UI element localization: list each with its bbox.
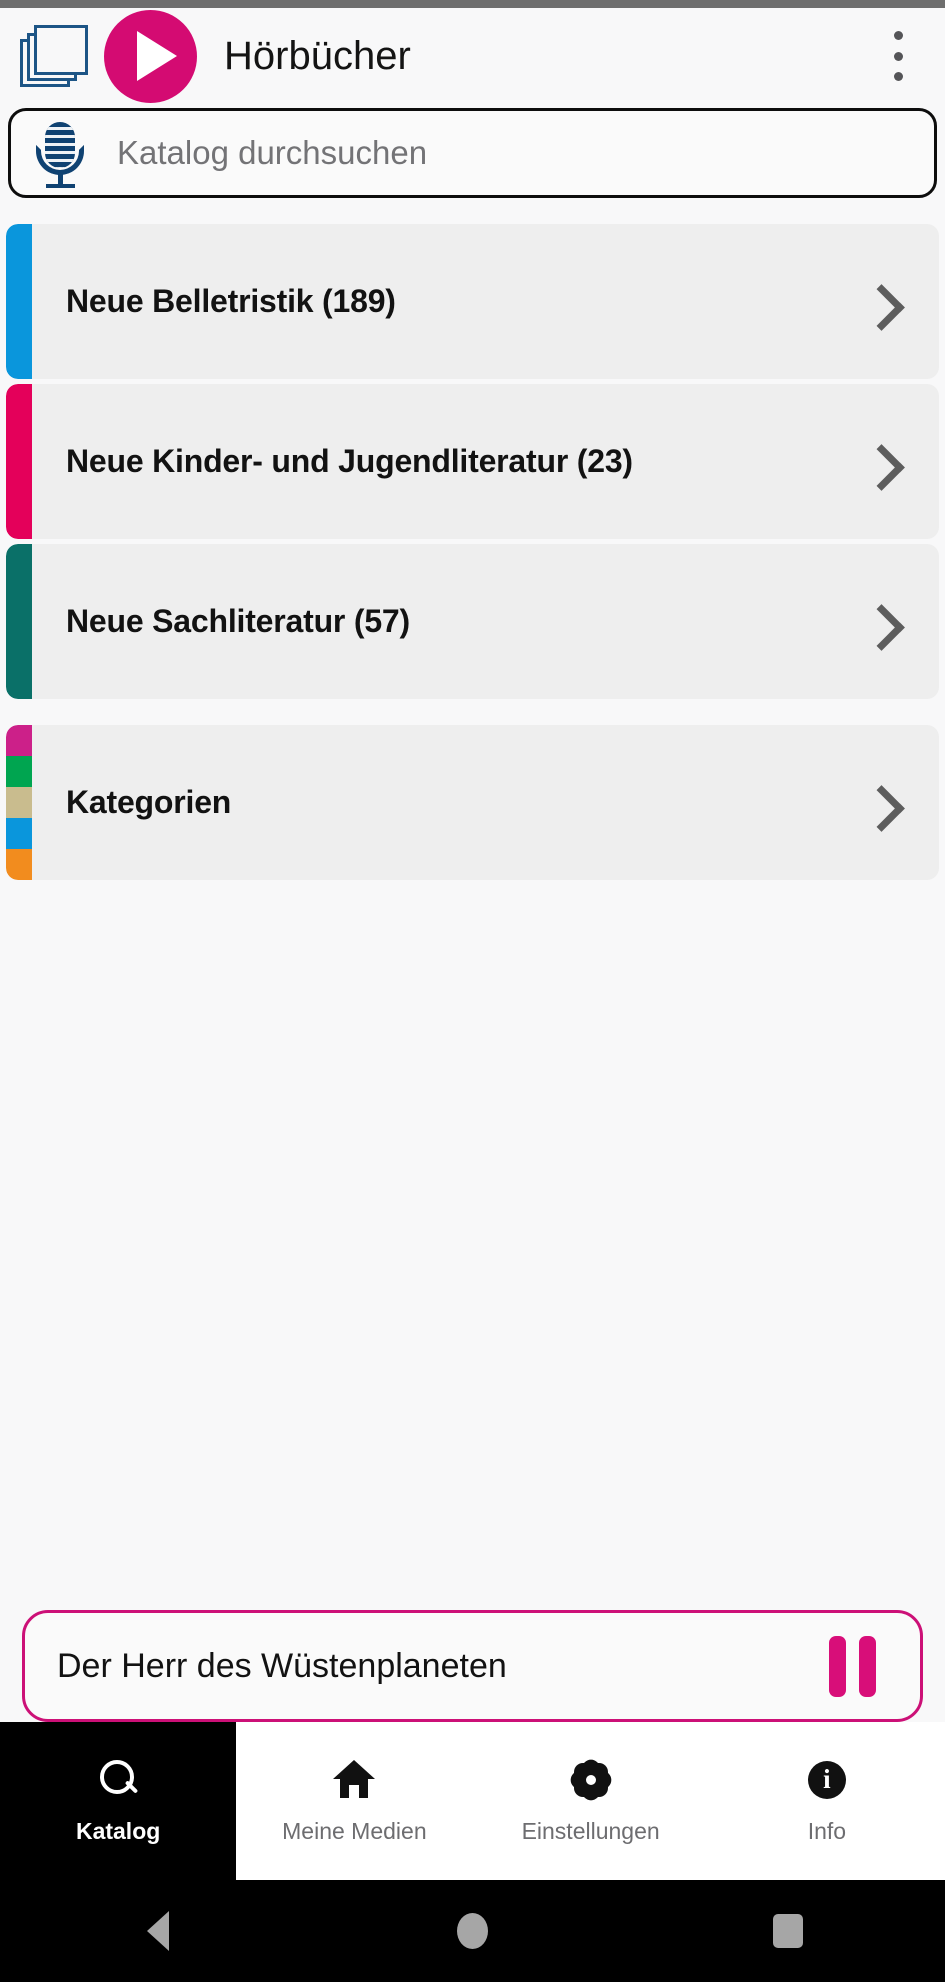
- page-title: Hörbücher: [224, 33, 411, 78]
- search-input[interactable]: Katalog durchsuchen: [117, 134, 427, 172]
- accent-bar: [6, 544, 32, 699]
- chevron-right-icon[interactable]: [863, 287, 893, 317]
- app-header: Hörbücher: [0, 8, 945, 104]
- tab-meine-medien[interactable]: Meine Medien: [236, 1722, 473, 1880]
- tab-label: Info: [807, 1817, 847, 1844]
- list-item-kategorien[interactable]: Kategorien: [6, 725, 939, 880]
- home-icon: [332, 1758, 376, 1802]
- chevron-right-icon[interactable]: [863, 607, 893, 637]
- accent-bar: [6, 384, 32, 539]
- mini-player[interactable]: Der Herr des Wüstenplaneten: [22, 1610, 923, 1722]
- recents-square-icon: [772, 1914, 803, 1948]
- list-item-label: Neue Kinder- und Jugendliteratur (23): [66, 443, 633, 479]
- home-circle-icon: [457, 1913, 488, 1949]
- stacked-books-icon: [20, 23, 94, 89]
- tab-katalog[interactable]: Katalog: [0, 1722, 237, 1880]
- status-bar: [0, 0, 945, 8]
- now-playing-title: Der Herr des Wüstenplaneten: [57, 1646, 507, 1685]
- back-triangle-icon: [146, 1911, 169, 1951]
- android-home-button[interactable]: [315, 1913, 630, 1949]
- play-triangle-icon: [137, 31, 177, 81]
- list-item-label: Neue Sachliteratur (57): [66, 603, 410, 639]
- android-recents-button[interactable]: [630, 1914, 945, 1948]
- accent-bar: [6, 224, 32, 379]
- search-container: Katalog durchsuchen: [0, 104, 945, 198]
- tab-einstellungen[interactable]: Einstellungen: [472, 1722, 709, 1880]
- microphone-icon[interactable]: [29, 118, 91, 188]
- list-item-label: Kategorien: [66, 784, 232, 820]
- pause-icon[interactable]: [829, 1635, 876, 1697]
- overflow-menu-icon[interactable]: [875, 25, 921, 87]
- mini-player-container: Der Herr des Wüstenplaneten: [0, 1610, 945, 1722]
- search-icon: [96, 1758, 140, 1802]
- tab-label: Katalog: [75, 1817, 161, 1844]
- search-bar[interactable]: Katalog durchsuchen: [8, 108, 937, 198]
- catalog-list: Neue Belletristik (189) Neue Kinder- und…: [0, 198, 945, 885]
- tab-label: Einstellungen: [521, 1817, 660, 1844]
- list-item-neue-kinder-jugendliteratur[interactable]: Neue Kinder- und Jugendliteratur (23): [6, 384, 939, 539]
- info-icon: i: [805, 1758, 849, 1802]
- android-back-button[interactable]: [0, 1911, 315, 1951]
- accent-bar-multicolor: [6, 725, 32, 880]
- tab-label: Meine Medien: [282, 1817, 427, 1844]
- tab-info[interactable]: i Info: [708, 1722, 945, 1880]
- chevron-right-icon[interactable]: [863, 447, 893, 477]
- list-item-neue-sachliteratur[interactable]: Neue Sachliteratur (57): [6, 544, 939, 699]
- play-circle-icon[interactable]: [104, 9, 197, 103]
- gear-icon: [566, 1755, 615, 1804]
- list-item-neue-belletristik[interactable]: Neue Belletristik (189): [6, 224, 939, 379]
- app-screen: Hörbücher Katalog durchsuchen Neue Belle…: [0, 0, 945, 1982]
- list-item-label: Neue Belletristik (189): [66, 283, 396, 319]
- bottom-navigation: Katalog Meine Medien Einstellungen i Inf…: [0, 1722, 945, 1880]
- android-navigation-bar: [0, 1880, 945, 1982]
- chevron-right-icon[interactable]: [863, 788, 893, 818]
